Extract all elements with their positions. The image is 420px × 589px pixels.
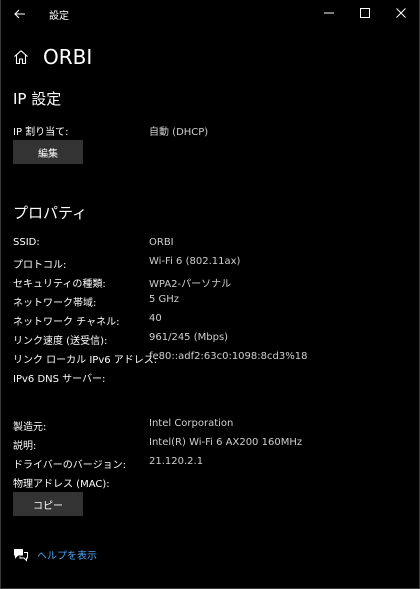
settings-window: 設定 ORBI IP 設定 IP 割り当て: 自動 (DHCP) 編集 プロパテ… <box>0 0 420 589</box>
mac-address-label: 物理アドレス (MAC): <box>13 479 110 490</box>
security-type-value: WPA2-パーソナル <box>149 279 232 290</box>
help-chat-icon <box>13 548 29 562</box>
description-value: Intel(R) Wi-Fi 6 AX200 160MHz <box>149 437 303 448</box>
driver-version-label: ドライバーのバージョン: <box>13 460 126 471</box>
ssid-value: ORBI <box>149 237 174 248</box>
back-arrow-icon <box>14 9 25 19</box>
copy-button[interactable]: コピー <box>13 492 83 516</box>
edit-button[interactable]: 編集 <box>13 140 83 164</box>
help-link-row[interactable]: ヘルプを表示 <box>13 547 97 562</box>
protocol-label: プロトコル: <box>13 260 67 271</box>
network-band-label: ネットワーク帯域: <box>13 298 97 309</box>
page-title: ORBI <box>43 45 93 69</box>
security-type-label: セキュリティの種類: <box>13 279 106 290</box>
ipv6-address-label: リンク ローカル IPv6 アドレス: <box>13 355 158 366</box>
manufacturer-label: 製造元: <box>13 422 47 433</box>
properties-heading: プロパティ <box>13 204 88 222</box>
window-title: 設定 <box>49 11 69 22</box>
description-label: 説明: <box>13 441 37 452</box>
protocol-value: Wi-Fi 6 (802.11ax) <box>149 256 241 267</box>
minimize-icon <box>324 12 334 14</box>
network-channel-label: ネットワーク チャネル: <box>13 317 120 328</box>
page-header: ORBI <box>13 44 92 70</box>
maximize-button[interactable] <box>347 0 383 26</box>
manufacturer-value: Intel Corporation <box>149 418 234 429</box>
title-bar: 設定 <box>1 0 419 28</box>
ip-assignment-label: IP 割り当て: <box>13 127 69 138</box>
ipv6-address-value: fe80::adf2:63c0:1098:8cd3%18 <box>149 351 308 362</box>
maximize-icon <box>360 8 370 18</box>
help-link[interactable]: ヘルプを表示 <box>37 547 97 562</box>
driver-version-value: 21.120.2.1 <box>149 456 204 467</box>
close-button[interactable] <box>383 0 419 26</box>
network-band-value: 5 GHz <box>149 294 180 305</box>
minimize-button[interactable] <box>311 0 347 26</box>
ssid-label: SSID: <box>13 237 40 248</box>
back-button[interactable] <box>7 3 33 25</box>
window-controls <box>311 0 419 28</box>
home-icon[interactable] <box>13 49 29 65</box>
link-speed-value: 961/245 (Mbps) <box>149 332 229 343</box>
ip-assignment-value: 自動 (DHCP) <box>149 127 209 138</box>
close-icon <box>396 8 406 18</box>
network-channel-value: 40 <box>149 313 162 324</box>
link-speed-label: リンク速度 (送受信): <box>13 336 108 347</box>
ipv6-dns-label: IPv6 DNS サーバー: <box>13 374 106 385</box>
ip-settings-heading: IP 設定 <box>13 90 62 108</box>
